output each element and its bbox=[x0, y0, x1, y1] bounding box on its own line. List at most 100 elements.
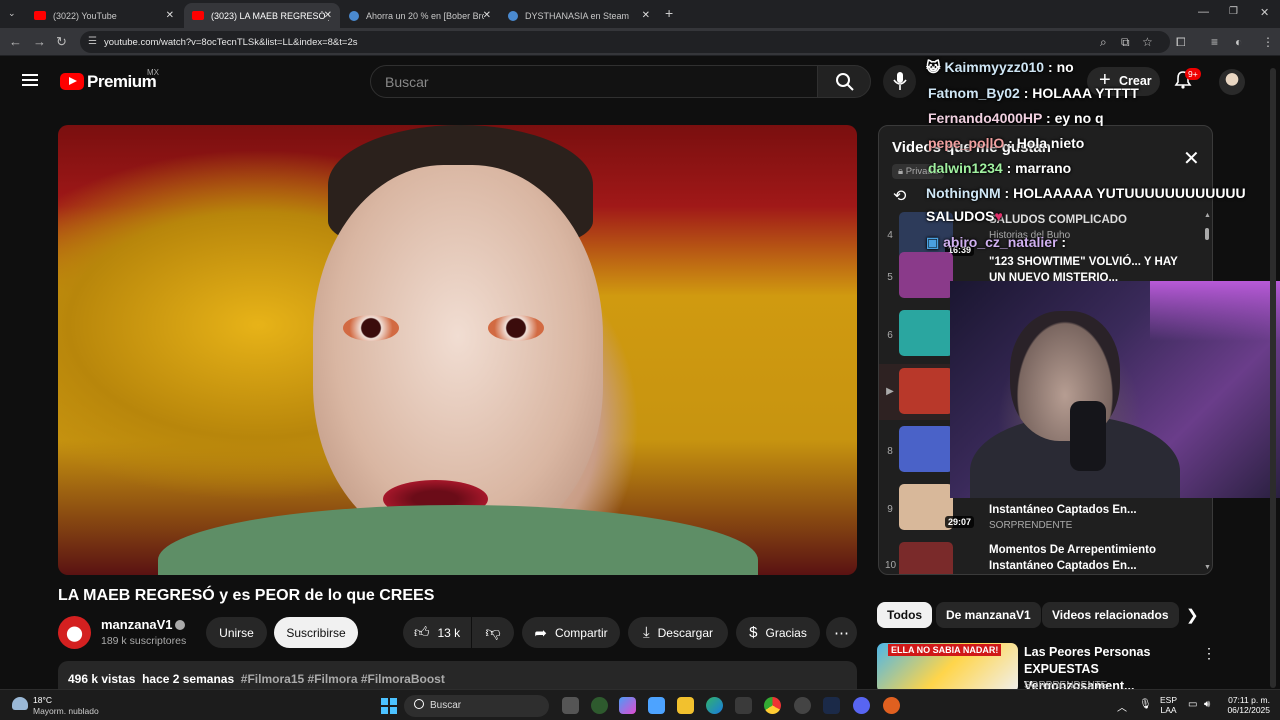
webcam-microphone bbox=[1070, 401, 1106, 471]
close-playlist-icon[interactable]: ✕ bbox=[1183, 146, 1200, 171]
weather-cloud-icon[interactable] bbox=[12, 697, 28, 710]
clock-time: 07:11 p. m. bbox=[1228, 695, 1270, 705]
playlist-scrollbar[interactable] bbox=[1205, 228, 1209, 240]
lang-secondary: LAA bbox=[1160, 705, 1177, 715]
app-icon[interactable] bbox=[883, 697, 900, 714]
extensions-icon[interactable]: ⧠ bbox=[1176, 35, 1186, 50]
channel-name[interactable]: manzanaV1 bbox=[101, 617, 173, 632]
scroll-up-icon[interactable]: ▲ bbox=[1204, 212, 1211, 219]
tab-youtube-home[interactable]: (3022) YouTube ✕ bbox=[26, 3, 182, 28]
close-icon[interactable]: ✕ bbox=[166, 10, 174, 21]
app-icon[interactable] bbox=[794, 697, 811, 714]
bookmark-star-icon[interactable]: ☆ bbox=[1142, 35, 1153, 49]
profile-icon[interactable]: ◐ bbox=[1235, 35, 1242, 49]
more-actions-button[interactable]: ⋯ bbox=[826, 617, 857, 648]
tab-title: Ahorra un 20 % en [Bober Bros] bbox=[366, 10, 484, 21]
steam-icon[interactable] bbox=[823, 697, 840, 714]
file-explorer-icon[interactable] bbox=[677, 697, 694, 714]
logo-text[interactable]: Premium bbox=[87, 72, 157, 92]
copilot-icon[interactable] bbox=[619, 697, 636, 714]
account-avatar[interactable] bbox=[1219, 69, 1245, 95]
media-icon[interactable]: ≡ bbox=[1211, 35, 1218, 49]
chip-related[interactable]: Videos relacionados bbox=[1042, 602, 1179, 628]
microphone-icon bbox=[893, 72, 907, 90]
clock[interactable]: 07:11 p. m. 06/12/2025 bbox=[1222, 695, 1270, 715]
chat-text: HOLAAA YTTTT bbox=[1032, 85, 1139, 101]
chip-all[interactable]: Todos bbox=[877, 602, 933, 628]
video-player[interactable] bbox=[58, 125, 857, 575]
minimize-button[interactable]: — bbox=[1198, 6, 1209, 18]
tab-current-video[interactable]: (3023) LA MAEB REGRESÓ y es ✕ bbox=[184, 3, 340, 28]
weather-description[interactable]: Mayorm. nublado bbox=[33, 706, 99, 716]
input-language[interactable]: ESP LAA bbox=[1160, 695, 1177, 715]
thanks-button[interactable]: $ Gracias bbox=[736, 617, 820, 648]
reload-button[interactable]: ↻ bbox=[56, 34, 67, 50]
notifications-badge: 9+ bbox=[1185, 68, 1201, 80]
youtube-logo-icon[interactable] bbox=[60, 73, 84, 90]
playlist-index: 4 bbox=[887, 230, 893, 241]
chevron-up-icon[interactable]: ︿ bbox=[1117, 699, 1127, 714]
streamer-webcam-overlay bbox=[950, 281, 1280, 498]
loop-icon[interactable]: ⟲ bbox=[893, 186, 906, 206]
close-icon[interactable]: ✕ bbox=[483, 10, 491, 21]
xbox-icon[interactable] bbox=[735, 697, 752, 714]
share-button[interactable]: ➦ Compartir bbox=[522, 617, 620, 648]
scroll-down-icon[interactable]: ▼ bbox=[1204, 564, 1211, 571]
logo-region: MX bbox=[147, 68, 159, 77]
browser-tab-strip: ⌄ (3022) YouTube ✕ (3023) LA MAEB REGRES… bbox=[0, 0, 1280, 28]
search-input[interactable]: Buscar bbox=[370, 65, 818, 98]
new-tab-button[interactable]: + bbox=[665, 5, 673, 21]
download-label: Descargar bbox=[657, 625, 713, 640]
site-info-icon[interactable]: ☰ bbox=[88, 36, 97, 47]
search-button[interactable] bbox=[817, 65, 871, 98]
maximize-button[interactable]: ❐ bbox=[1229, 6, 1238, 17]
download-button[interactable]: ⤓ Descargar bbox=[628, 617, 728, 648]
subscribe-button[interactable]: Suscribirse bbox=[274, 617, 358, 648]
chat-message: ▣ abiro_cz_natalier : bbox=[926, 234, 1067, 250]
zoom-icon[interactable]: ⌕ bbox=[1100, 35, 1107, 50]
tab-steam-dysthanasia[interactable]: DYSTHANASIA en Steam ✕ bbox=[500, 3, 658, 28]
close-icon[interactable]: ✕ bbox=[324, 10, 332, 21]
discord-icon[interactable] bbox=[853, 697, 870, 714]
more-menu-icon[interactable]: ⋮ bbox=[1262, 35, 1274, 49]
clock-date: 06/12/2025 bbox=[1227, 705, 1270, 715]
chevron-right-icon[interactable]: ❯ bbox=[1186, 606, 1199, 624]
dislike-button[interactable]: 👎︎ bbox=[472, 617, 514, 648]
taskbar-search[interactable]: Buscar bbox=[404, 695, 549, 717]
join-button[interactable]: Unirse bbox=[206, 617, 267, 648]
more-vertical-icon[interactable]: ⋮ bbox=[1202, 645, 1216, 662]
chat-badge-icon: ▣ bbox=[926, 234, 944, 250]
store-icon[interactable] bbox=[648, 697, 665, 714]
tab-search-icon[interactable]: ⌄ bbox=[8, 8, 16, 19]
playlist-thumbnail bbox=[899, 252, 953, 298]
like-button[interactable]: 👍︎ 13 k bbox=[403, 617, 471, 648]
steam-icon bbox=[508, 10, 518, 21]
chrome-icon[interactable] bbox=[764, 697, 781, 714]
close-icon[interactable]: ✕ bbox=[642, 10, 650, 21]
forward-button[interactable]: → bbox=[33, 34, 46, 49]
microphone-icon[interactable]: 🎙︎ bbox=[1139, 699, 1152, 710]
back-button[interactable]: ← bbox=[9, 34, 22, 49]
url-field[interactable]: ☰ youtube.com/watch?v=8ocTecnTLSk&list=L… bbox=[80, 31, 1170, 53]
weather-temp[interactable]: 18°C bbox=[33, 695, 52, 705]
page-scrollbar[interactable] bbox=[1270, 68, 1276, 688]
windows-start-icon[interactable] bbox=[381, 698, 397, 714]
network-icon[interactable]: ▭ bbox=[1188, 699, 1197, 710]
chat-username: abiro_cz_natalier bbox=[943, 234, 1058, 250]
install-app-icon[interactable]: ⧉ bbox=[1121, 35, 1130, 50]
volume-icon[interactable]: 🔊︎ bbox=[1204, 699, 1210, 710]
chat-message: Fatnom_By02 : HOLAAA YTTTT bbox=[928, 85, 1139, 101]
tab-steam-sale[interactable]: Ahorra un 20 % en [Bober Bros] ✕ bbox=[341, 3, 499, 28]
hashtags[interactable]: #Filmora15 #Filmora #FilmoraBoost bbox=[241, 672, 445, 686]
chat-text: SALUDOS bbox=[926, 208, 995, 224]
task-view-icon[interactable] bbox=[562, 697, 579, 714]
edge-icon[interactable] bbox=[706, 697, 723, 714]
app-icon[interactable] bbox=[591, 697, 608, 714]
playlist-item[interactable]: 10 Momentos De Arrepentimiento Instantán… bbox=[879, 538, 1199, 574]
channel-avatar[interactable] bbox=[58, 616, 91, 649]
hamburger-menu-icon[interactable] bbox=[22, 74, 38, 86]
video-frame-shirt bbox=[158, 505, 758, 575]
close-window-button[interactable]: ✕ bbox=[1260, 6, 1269, 19]
chip-from-channel[interactable]: De manzanaV1 bbox=[936, 602, 1041, 628]
voice-search-button[interactable] bbox=[883, 65, 916, 98]
